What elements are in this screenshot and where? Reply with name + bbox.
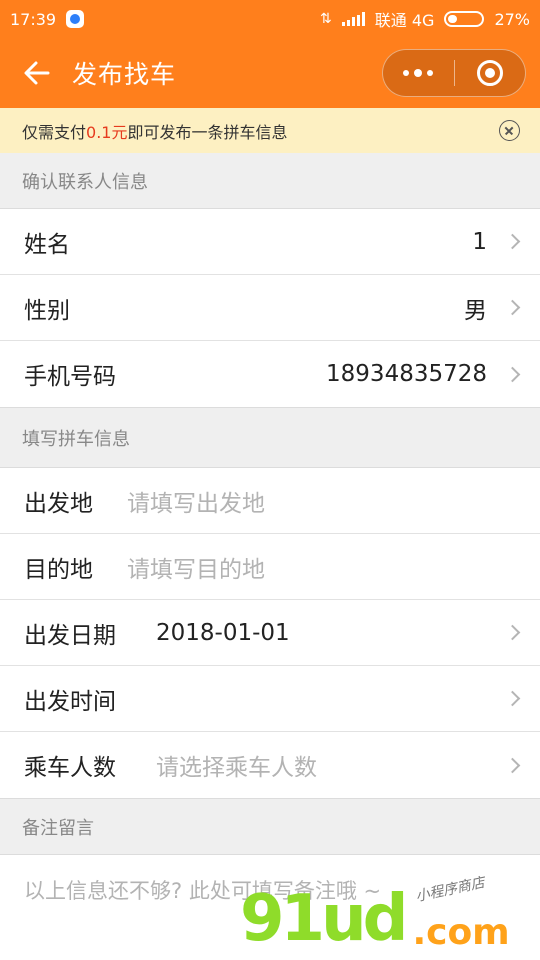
more-dots-icon [403,69,434,77]
chevron-right-icon [504,233,521,250]
gender-row[interactable]: 性别 男 [0,275,540,341]
origin-label: 出发地 [24,490,93,517]
name-value: 1 [472,228,487,255]
chevron-right-icon [504,690,521,707]
notice-close-icon[interactable] [499,120,520,141]
phone-row[interactable]: 手机号码 18934835728 [0,341,540,407]
gender-label: 性别 [24,297,70,324]
mini-program-capsule [382,49,526,97]
status-bar: 17:39 ⇅ 联通 4G 27% [0,0,540,38]
passengers-picker[interactable]: 请选择乘车人数 [156,748,317,782]
watermark-logo: 91ud .com 小程序商店 [240,875,510,956]
phone-label: 手机号码 [24,364,116,390]
notice-suffix: 即可发布一条拼车信息 [127,122,288,142]
trip-section-heading: 填写拼车信息 [0,408,540,467]
date-value: 2018-01-01 [156,619,290,646]
watermark-domain: .com [412,912,510,953]
watermark-tagline: 小程序商店 [414,874,487,906]
notice-price: 0.1元 [86,122,128,142]
chevron-right-icon [504,299,521,316]
date-row[interactable]: 出发日期 2018-01-01 [0,600,540,666]
battery-percent: 27% [494,9,530,29]
passengers-row[interactable]: 乘车人数 请选择乘车人数 [0,732,540,798]
time-row[interactable]: 出发时间 [0,666,540,732]
chevron-right-icon [504,366,521,382]
trip-group: 出发地 请填写出发地 目的地 请填写目的地 出发日期 2018-01-01 出发… [0,467,540,799]
time-label: 出发时间 [24,688,116,715]
status-time: 17:39 [10,9,57,29]
page-title: 发布找车 [72,60,177,89]
contact-group: 姓名 1 性别 男 手机号码 18934835728 [0,208,540,408]
memo-section-heading: 备注留言 [0,799,540,854]
notice-prefix: 仅需支付 [22,122,87,142]
watermark-main: 91ud [240,882,408,956]
header: 17:39 ⇅ 联通 4G 27% 发布找车 [0,0,540,108]
close-target-icon [476,60,503,86]
close-mini-program-button[interactable] [455,50,526,96]
destination-label: 目的地 [24,556,93,583]
qq-notification-icon [66,10,85,28]
back-arrow-icon[interactable] [22,58,52,88]
destination-row: 目的地 请填写目的地 [0,534,540,600]
name-row[interactable]: 姓名 1 [0,209,540,275]
name-label: 姓名 [24,231,70,258]
more-button[interactable] [383,50,454,96]
contact-section-heading: 确认联系人信息 [0,153,540,208]
origin-input[interactable]: 请填写出发地 [127,484,265,518]
notice-text: 仅需支付0.1元即可发布一条拼车信息 [22,119,287,143]
origin-row: 出发地 请填写出发地 [0,468,540,534]
passengers-label: 乘车人数 [24,755,116,781]
destination-input[interactable]: 请填写目的地 [127,550,265,584]
date-label: 出发日期 [24,622,116,649]
memo-textarea[interactable]: 以上信息还不够? 此处可填写备注哦 ~ 91ud .com 小程序商店 [0,854,540,960]
carrier-label: 联通 4G [374,11,435,30]
chevron-right-icon [504,624,521,641]
gender-value: 男 [464,297,487,324]
data-transfer-icon: ⇅ [320,11,332,27]
signal-icon [341,12,365,26]
phone-value: 18934835728 [326,361,487,387]
payment-notice: 仅需支付0.1元即可发布一条拼车信息 [0,108,540,153]
battery-icon [444,11,485,27]
chevron-right-icon [504,757,521,773]
